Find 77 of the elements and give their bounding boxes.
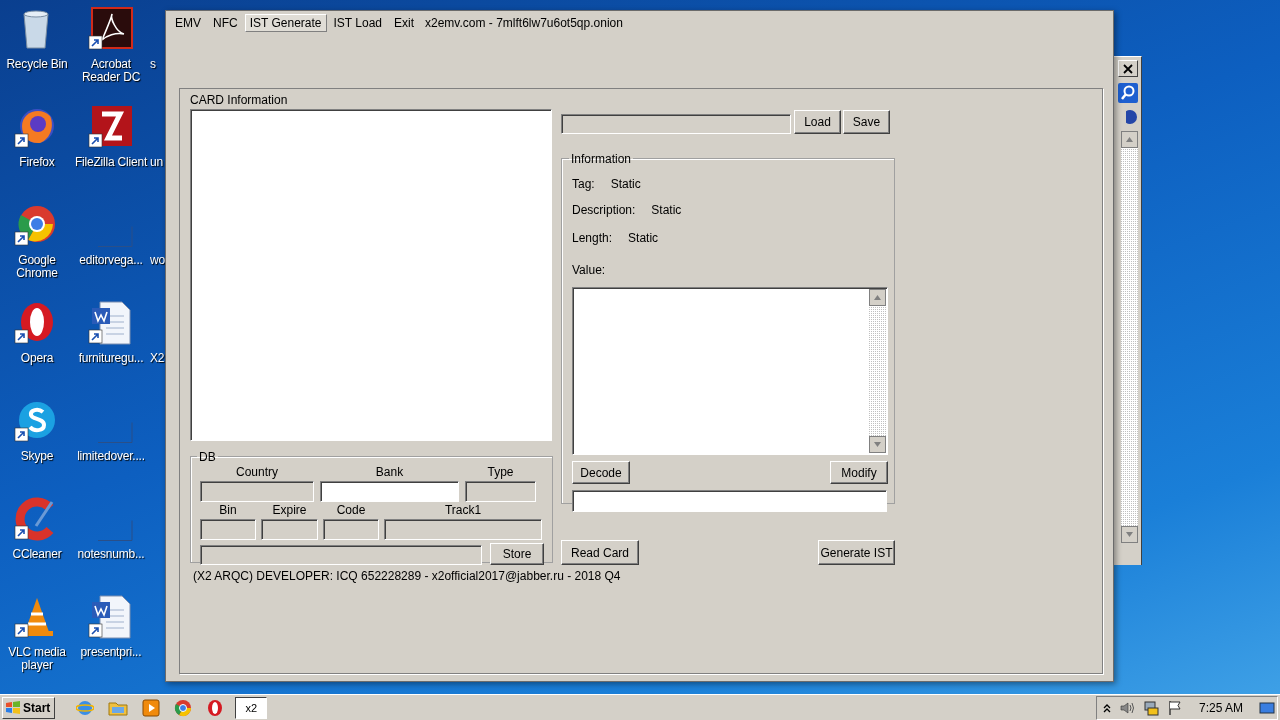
info-label: Tag:	[572, 177, 595, 191]
menu-item[interactable]: IST Generate	[244, 14, 327, 32]
desktop-icon-label[interactable]: wo	[150, 254, 165, 267]
info-value: Static	[610, 177, 641, 191]
scrollbar[interactable]	[869, 289, 886, 453]
field-label: Bin	[219, 503, 237, 517]
info-value: Static	[628, 231, 659, 245]
group-title: Information	[571, 152, 632, 166]
desktop-icon-label[interactable]: CCleaner	[12, 548, 62, 561]
menu-item[interactable]: NFC	[208, 14, 243, 32]
menu-item[interactable]: Exit	[389, 14, 419, 32]
windows-flag-icon	[5, 700, 21, 715]
decode-button[interactable]: Decode	[572, 461, 630, 484]
info-label: Length:	[572, 231, 613, 245]
show-desktop-icon[interactable]	[1259, 699, 1275, 716]
input-field[interactable]	[320, 481, 459, 502]
field-label: Type	[487, 465, 514, 479]
info-label: Description:	[572, 203, 636, 217]
blank-file-icon	[97, 422, 133, 444]
scrollbar-drawing[interactable]	[1121, 131, 1138, 543]
field-label: Track1	[444, 503, 482, 517]
taskbar-button[interactable]: x2	[235, 696, 268, 719]
desktop-icon-label[interactable]: notesnumb...	[77, 548, 145, 561]
desktop-icon-label[interactable]: FileZilla Client	[74, 156, 148, 169]
pdf-icon	[88, 6, 134, 52]
flag-icon[interactable]	[1166, 699, 1183, 716]
close-button[interactable]	[1118, 60, 1138, 77]
window-title: x2emv.com - 7mlft6lw7u6ot5qp.onion	[424, 16, 623, 30]
caret-up-icon[interactable]	[1102, 702, 1111, 713]
generate-ist-button[interactable]: Generate IST	[818, 540, 895, 565]
menu-item[interactable]: EMV	[170, 14, 206, 32]
ring-icon	[174, 698, 193, 717]
desktop-icon-label[interactable]: un	[150, 156, 163, 169]
info-value: Static	[651, 203, 682, 217]
modify-button[interactable]: Modify	[830, 461, 888, 484]
group-title: DB	[199, 450, 216, 464]
search-icon[interactable]	[1118, 83, 1138, 103]
document-icon	[88, 594, 134, 640]
value-label: Value:	[572, 263, 606, 277]
menu-item[interactable]: IST Load	[328, 14, 387, 32]
desktop-icon-label[interactable]: Google Chrome	[0, 254, 74, 280]
group-title: CARD Information	[190, 93, 289, 107]
field-label: Code	[336, 503, 366, 517]
field-label: Country	[236, 465, 278, 479]
network-icon[interactable]	[1142, 699, 1159, 716]
blank-file-icon	[97, 520, 133, 542]
tile-icon	[88, 104, 134, 150]
clock[interactable]: 7:25 AM	[1198, 700, 1243, 715]
close-icon	[1123, 63, 1133, 74]
start-button[interactable]: Start	[2, 696, 56, 719]
field-label: Bank	[375, 465, 404, 479]
desktop-icon-label[interactable]: presentpri...	[80, 646, 142, 659]
desktop-icon-label[interactable]: editorvega...	[79, 254, 143, 267]
desktop-icon-label[interactable]: s	[150, 58, 156, 71]
desktop-icon-label[interactable]: X2	[150, 352, 165, 365]
play-icon	[142, 698, 161, 717]
desktop-icon-label[interactable]: limitedover....	[77, 450, 145, 463]
desktop-icon-label[interactable]: furnituregu...	[78, 352, 144, 365]
speaker-icon[interactable]	[1118, 699, 1135, 716]
document-icon	[88, 300, 134, 346]
read-card-button[interactable]: Read Card	[561, 540, 639, 565]
globe-icon	[76, 698, 95, 717]
input-field[interactable]	[572, 490, 887, 512]
file-button[interactable]: Load	[794, 110, 841, 134]
desktop-icon-label[interactable]: Skype	[20, 450, 54, 463]
desktop-icon-label[interactable]: Recycle Bin	[6, 58, 68, 71]
blank-file-icon	[97, 226, 133, 248]
file-button[interactable]: Save	[843, 110, 890, 134]
desktop-icon-label[interactable]: VLC media player	[0, 646, 74, 672]
value-text-area[interactable]	[572, 287, 888, 455]
desktop-icon-label[interactable]: Acrobat Reader DC	[74, 58, 148, 84]
field-label: Expire	[272, 503, 307, 517]
ring-icon	[206, 698, 225, 717]
store-button[interactable]: Store	[490, 543, 544, 565]
developer-credits: (X2 ARQC) DEVELOPER: ICQ 652228289 - x2official2017@jabber.ru - 2018 Q4	[193, 569, 621, 584]
desktop-icon-label[interactable]: Opera	[20, 352, 54, 365]
desktop-icon-label[interactable]: Firefox	[19, 156, 55, 169]
